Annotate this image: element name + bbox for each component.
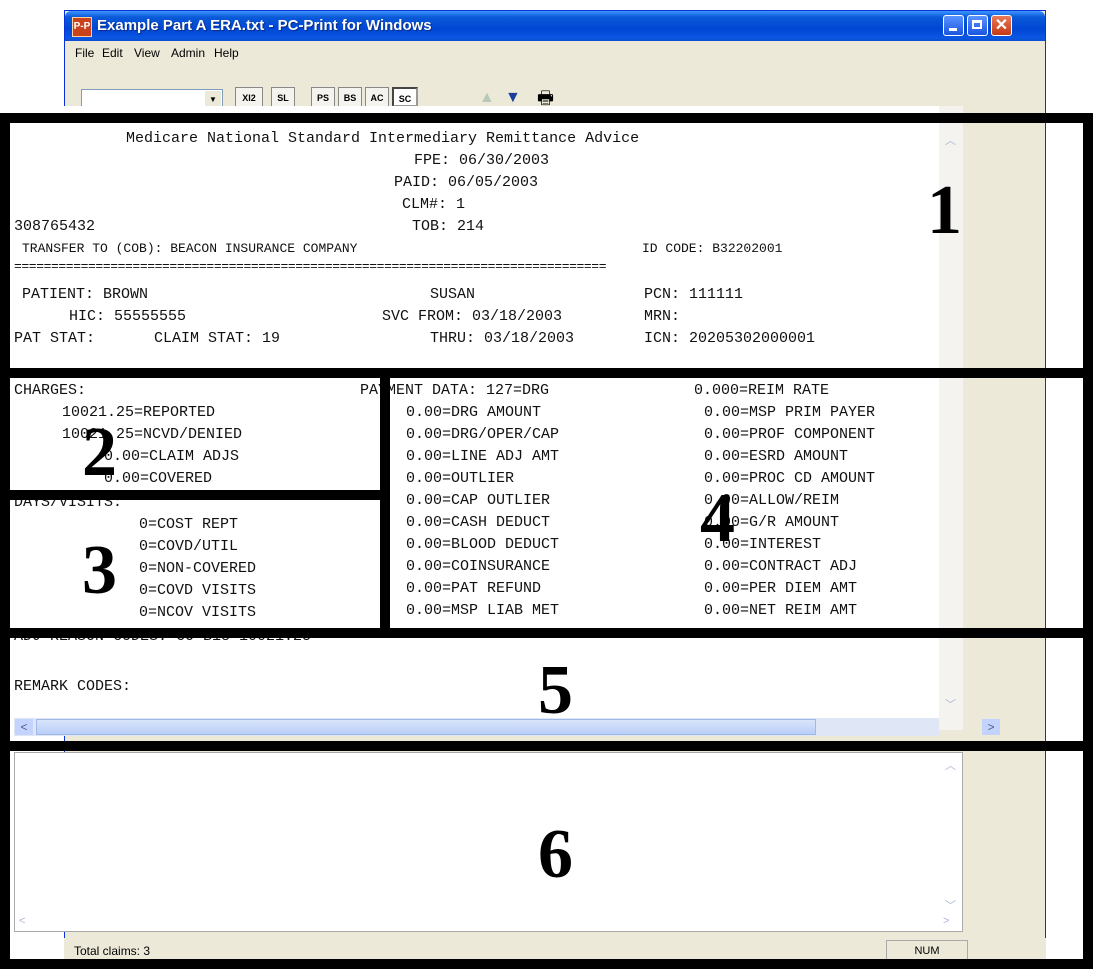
scroll-up-icon[interactable]: ︿: [945, 132, 956, 148]
menu-bar: File Edit View Admin Help: [65, 41, 1045, 65]
region-number-3: 3: [82, 532, 117, 609]
frame-line: [0, 113, 10, 969]
document-horizontal-scrollbar[interactable]: < >: [14, 718, 1000, 736]
days-visits-line: 0=NON-COVERED: [139, 560, 257, 577]
days-visits-line: 0=COVD VISITS: [139, 582, 257, 599]
payment-right-line: 0.00=CONTRACT ADJ: [704, 558, 858, 575]
arrow-up-icon[interactable]: ▲: [479, 89, 495, 107]
payment-right-line: 0.00=PER DIEM AMT: [704, 580, 858, 597]
paid-line: PAID: 06/05/2003: [394, 174, 539, 191]
tob-line: TOB: 214: [412, 218, 485, 235]
xi2-button[interactable]: XI2: [235, 87, 263, 107]
toolbar: ▼ XI2 SL PS BS AC SC ▲ ▼ 🖶: [65, 65, 1045, 111]
ps-button[interactable]: PS: [311, 87, 335, 107]
window-title: Example Part A ERA.txt - PC-Print for Wi…: [97, 17, 432, 34]
region-number-4: 4: [700, 480, 735, 557]
svc-from-line: SVC FROM: 03/18/2003: [382, 308, 563, 325]
payment-left-line: 0.00=CASH DEDUCT: [406, 514, 551, 531]
scroll-down-icon[interactable]: ﹀: [945, 696, 956, 712]
payment-left-line: 0.00=CAP OUTLIER: [406, 492, 551, 509]
remark-codes: REMARK CODES:: [14, 678, 132, 695]
frame-line: [0, 368, 1093, 378]
sl-button[interactable]: SL: [271, 87, 295, 107]
payment-left-line: 0.00=MSP LIAB MET: [406, 602, 560, 619]
remittance-title: Medicare National Standard Intermediary …: [126, 130, 640, 147]
close-icon: ✕: [994, 17, 1009, 34]
chevron-down-icon[interactable]: ▼: [205, 91, 221, 107]
fpe-line: FPE: 06/30/2003: [414, 152, 550, 169]
payment-left-line: 0.00=LINE ADJ AMT: [406, 448, 560, 465]
days-visits-line: 0=NCOV VISITS: [139, 604, 257, 621]
payment-right-line: 0.00=ESRD AMOUNT: [704, 448, 849, 465]
payment-right-line: 0.00=MSP PRIM PAYER: [704, 404, 876, 421]
provider-number: 308765432: [14, 218, 96, 235]
frame-line: [1083, 113, 1093, 969]
mrn-line: MRN:: [644, 308, 681, 325]
frame-line: [380, 368, 390, 638]
payment-left-line: 0.00=BLOOD DEDUCT: [406, 536, 560, 553]
frame-line: [0, 959, 1093, 969]
bs-button[interactable]: BS: [338, 87, 362, 107]
pcn-line: PCN: 111111: [644, 286, 744, 303]
frame-line: [0, 741, 1093, 751]
payment-right-line: 0.000=REIM RATE: [694, 382, 830, 399]
payment-left-line: 0.00=OUTLIER: [406, 470, 515, 487]
maximize-icon: [972, 20, 982, 29]
charges-line: 0.00=COVERED: [104, 470, 213, 487]
scroll-up-icon[interactable]: ︿: [945, 757, 956, 773]
scroll-down-icon[interactable]: ﹀: [945, 897, 956, 913]
frame-line: [0, 113, 1093, 123]
title-bar[interactable]: P-P Example Part A ERA.txt - PC-Print fo…: [65, 11, 1045, 41]
patient-name: PATIENT: BROWN: [22, 286, 149, 303]
status-text: Total claims: 3: [74, 944, 151, 958]
menu-file[interactable]: File: [75, 46, 94, 60]
payment-left-line: 0.00=COINSURANCE: [406, 558, 551, 575]
payment-right-line: 0.00=PROF COMPONENT: [704, 426, 876, 443]
minimize-button[interactable]: [943, 15, 964, 36]
ac-button[interactable]: AC: [365, 87, 389, 107]
minimize-icon: [949, 28, 957, 31]
claims-list-pane[interactable]: ︿ ﹀ < >: [14, 752, 963, 932]
horizontal-scroll-thumb[interactable]: [36, 719, 816, 735]
region-number-5: 5: [538, 652, 573, 729]
days-visits-line: 0=COST REPT: [139, 516, 239, 533]
hic-line: HIC: 55555555: [69, 308, 187, 325]
scroll-right-icon[interactable]: >: [943, 915, 949, 927]
claim-stat-line: CLAIM STAT: 19: [154, 330, 281, 347]
region-number-2: 2: [82, 414, 117, 491]
payment-left-line: 0.00=DRG/OPER/CAP: [406, 426, 560, 443]
charges-label: CHARGES:: [14, 382, 87, 399]
scroll-left-icon[interactable]: <: [19, 915, 25, 927]
charges-line: 0.00=CLAIM ADJS: [104, 448, 240, 465]
sc-button[interactable]: SC: [392, 87, 418, 107]
pat-stat-line: PAT STAT:: [14, 330, 96, 347]
thru-line: THRU: 03/18/2003: [430, 330, 575, 347]
days-visits-line: 0=COVD/UTIL: [139, 538, 239, 555]
region-number-6: 6: [538, 816, 573, 893]
maximize-button[interactable]: [967, 15, 988, 36]
menu-edit[interactable]: Edit: [102, 46, 123, 60]
payment-left-line: 0.00=PAT REFUND: [406, 580, 542, 597]
patient-first-name: SUSAN: [430, 286, 476, 303]
frame-line: [0, 490, 390, 500]
menu-help[interactable]: Help: [214, 46, 239, 60]
payment-left-line: 0.00=DRG AMOUNT: [406, 404, 542, 421]
app-icon[interactable]: P-P: [72, 17, 92, 37]
payment-right-line: 0.00=NET REIM AMT: [704, 602, 858, 619]
id-code-line: ID CODE: B32202001: [642, 241, 783, 256]
scroll-left-icon[interactable]: <: [15, 719, 33, 735]
menu-admin[interactable]: Admin: [171, 46, 205, 60]
frame-line: [0, 628, 1093, 638]
clm-line: CLM#: 1: [402, 196, 466, 213]
scroll-right-icon[interactable]: >: [982, 719, 1000, 735]
separator-line: ========================================…: [14, 259, 607, 274]
close-button[interactable]: ✕: [991, 15, 1012, 36]
region-number-1: 1: [927, 172, 962, 249]
arrow-down-icon[interactable]: ▼: [505, 89, 521, 107]
icn-line: ICN: 20205302000001: [644, 330, 816, 347]
menu-view[interactable]: View: [134, 46, 160, 60]
